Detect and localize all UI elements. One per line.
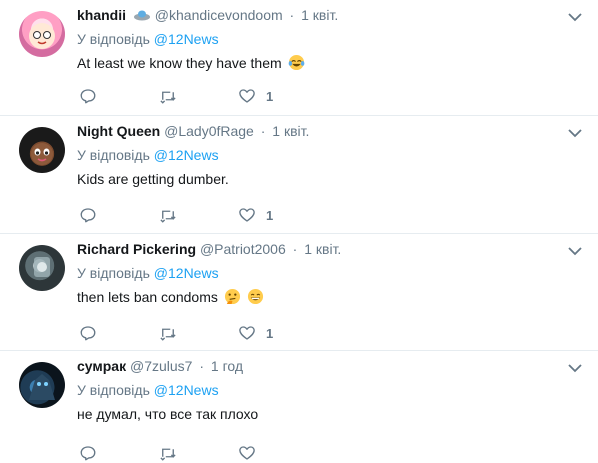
- reply-prefix: У відповідь: [77, 265, 150, 281]
- like-count: 1: [266, 325, 274, 341]
- like-button[interactable]: [238, 443, 266, 463]
- reply-button[interactable]: [79, 323, 97, 343]
- reply-mention-link[interactable]: @12News: [154, 147, 219, 163]
- like-button[interactable]: 1: [238, 205, 273, 225]
- reply-prefix: У відповідь: [77, 382, 150, 398]
- separator-dot: ·: [199, 358, 205, 374]
- timestamp[interactable]: 1 квіт.: [272, 123, 309, 139]
- tweet-actions: 1: [77, 205, 297, 225]
- author-handle[interactable]: @khandicevondoom: [155, 7, 283, 23]
- avatar[interactable]: [19, 245, 65, 291]
- author-name[interactable]: khandii: [77, 7, 126, 23]
- tweet-actions: 1: [77, 86, 297, 106]
- like-count: 1: [266, 207, 274, 223]
- reply-prefix: У відповідь: [77, 147, 150, 163]
- avatar[interactable]: [19, 362, 65, 408]
- reply-icon: [80, 208, 96, 223]
- laughing-tears-emoji-icon: [288, 54, 304, 71]
- reply-context: У відповідь @12News: [77, 381, 586, 399]
- reply-icon: [80, 89, 96, 104]
- retweet-button[interactable]: [159, 323, 177, 343]
- timestamp[interactable]: 1 год: [211, 358, 243, 374]
- author-handle[interactable]: @Lady0fRage: [164, 123, 254, 139]
- reply-context: У відповідь @12News: [77, 264, 586, 282]
- timestamp[interactable]: 1 квіт.: [301, 7, 338, 23]
- reply-mention-link[interactable]: @12News: [154, 382, 219, 398]
- tweet-actions: [77, 443, 297, 463]
- timestamp[interactable]: 1 квіт.: [304, 241, 341, 257]
- tweet[interactable]: Richard Pickering @Patriot2006 · 1 квіт.…: [0, 234, 598, 351]
- tweet-actions: 1: [77, 323, 297, 343]
- reply-button[interactable]: [79, 205, 97, 225]
- tweet-text-content: не думал, что все так плохо: [77, 406, 259, 422]
- tweet-text-content: Kids are getting dumber.: [77, 171, 229, 187]
- tweet-text-content: then lets ban condoms: [77, 289, 218, 305]
- grinning-emoji-icon: [247, 288, 263, 305]
- separator-dot: ·: [292, 241, 298, 257]
- retweet-button[interactable]: [159, 86, 177, 106]
- chevron-down-icon[interactable]: [568, 12, 582, 22]
- retweet-button[interactable]: [159, 205, 177, 225]
- separator-dot: ·: [289, 7, 295, 23]
- retweet-button[interactable]: [159, 443, 177, 463]
- like-button[interactable]: 1: [238, 323, 273, 343]
- tweet[interactable]: Night Queen @Lady0fRage · 1 квіт. У відп…: [0, 116, 598, 234]
- avatar-image-icon: [34, 257, 50, 277]
- reply-prefix: У відповідь: [77, 31, 150, 47]
- tweet-text: не думал, что все так плохо: [77, 404, 586, 424]
- reply-button[interactable]: [79, 443, 97, 463]
- heart-icon: [239, 208, 255, 222]
- retweet-icon: [160, 448, 176, 461]
- reply-context: У відповідь @12News: [77, 146, 586, 164]
- tweet[interactable]: khandii @khandicevondoom · 1 квіт. У від…: [0, 0, 598, 116]
- thinking-emoji-icon: [224, 288, 240, 305]
- tweet-text: Kids are getting dumber.: [77, 169, 586, 189]
- chevron-down-icon[interactable]: [568, 363, 582, 373]
- reply-button[interactable]: [79, 86, 97, 106]
- reply-icon: [80, 446, 96, 461]
- avatar[interactable]: [19, 127, 65, 173]
- avatar[interactable]: [19, 11, 65, 57]
- tweet[interactable]: сумрак @7zulus7 · 1 год У відповідь @12N…: [0, 351, 598, 461]
- reply-mention-link[interactable]: @12News: [154, 265, 219, 281]
- author-handle[interactable]: @Patriot2006: [200, 241, 286, 257]
- retweet-icon: [160, 328, 176, 341]
- chevron-down-icon[interactable]: [568, 246, 582, 256]
- retweet-icon: [160, 91, 176, 104]
- heart-icon: [239, 89, 255, 103]
- reply-context: У відповідь @12News: [77, 30, 586, 48]
- like-count: 1: [266, 88, 274, 104]
- heart-icon: [239, 326, 255, 340]
- author-handle[interactable]: @7zulus7: [130, 358, 192, 374]
- author-name[interactable]: Night Queen: [77, 123, 160, 139]
- ufo-badge-icon: [133, 10, 150, 21]
- separator-dot: ·: [260, 123, 266, 139]
- tweet-text-content: At least we know they have them: [77, 55, 282, 71]
- heart-icon: [239, 446, 255, 460]
- tweet-text: then lets ban condoms: [77, 287, 586, 307]
- chevron-down-icon[interactable]: [568, 128, 582, 138]
- reply-mention-link[interactable]: @12News: [154, 31, 219, 47]
- like-button[interactable]: 1: [238, 86, 273, 106]
- avatar-image-icon: [31, 143, 53, 165]
- author-name[interactable]: Richard Pickering: [77, 241, 196, 257]
- tweet-text: At least we know they have them: [77, 53, 586, 73]
- author-name[interactable]: сумрак: [77, 358, 126, 374]
- reply-icon: [80, 326, 96, 341]
- retweet-icon: [160, 210, 176, 223]
- avatar-image-icon: [29, 23, 55, 49]
- avatar-image-icon: [29, 374, 55, 400]
